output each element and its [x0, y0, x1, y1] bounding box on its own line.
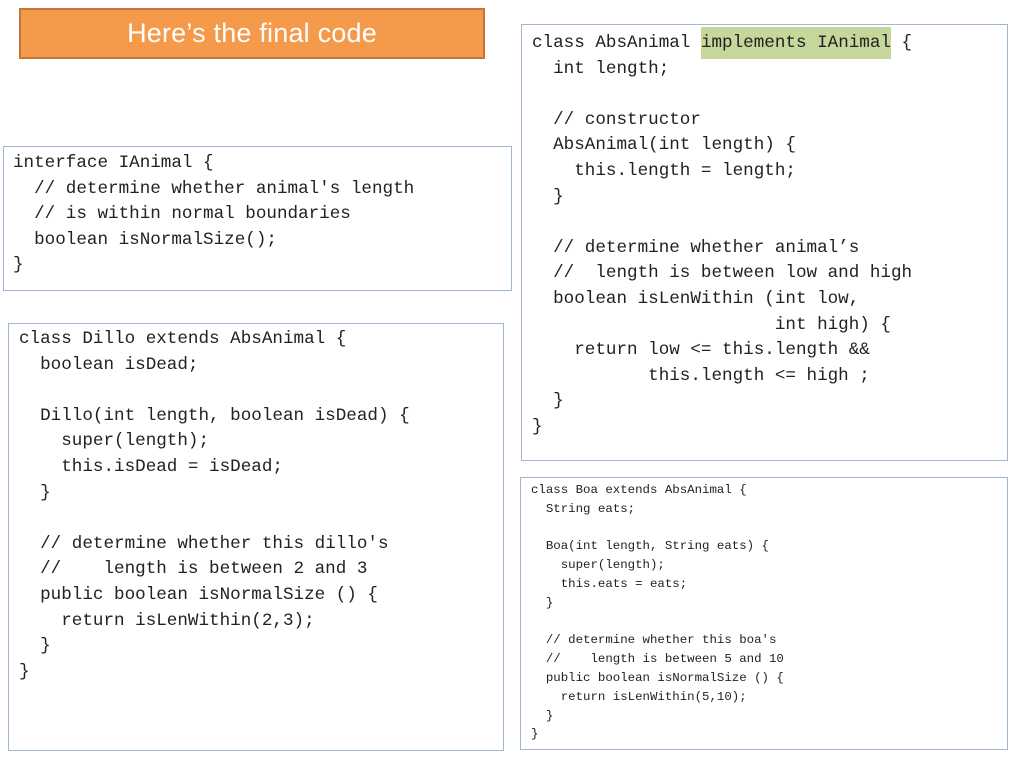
code-line: } [532, 186, 564, 207]
code-line: } [19, 482, 51, 503]
code-line: Boa(int length, String eats) { [531, 539, 769, 554]
code-line: return isLenWithin(5,10); [531, 689, 747, 704]
code-line: } [531, 595, 554, 610]
implements-highlight: implements IAnimal [700, 27, 891, 59]
code-line: interface IAnimal { [13, 153, 214, 173]
code-line: return low <= this.length && [532, 340, 870, 361]
code-line: } [532, 391, 564, 412]
slide-title-banner: Here’s the final code [19, 8, 485, 59]
code-line: int length; [532, 58, 670, 79]
code-line: public boolean isNormalSize () { [531, 670, 784, 685]
code-line: this.length <= high ; [532, 365, 870, 386]
boa-code: class Boa extends AbsAnimal { String eat… [521, 478, 1007, 744]
code-line: public boolean isNormalSize () { [19, 584, 378, 605]
code-line: // determine whether animal's length [13, 178, 415, 199]
open-brace: { [890, 33, 913, 53]
code-line: class Dillo extends AbsAnimal { [19, 329, 347, 349]
code-line: this.isDead = isDead; [19, 456, 283, 477]
code-line: } [531, 708, 554, 723]
class-boa-code-box: class Boa extends AbsAnimal { String eat… [520, 477, 1008, 750]
code-line: } [19, 636, 51, 657]
code-line: } [13, 255, 24, 276]
code-line: this.eats = eats; [531, 576, 688, 591]
interface-ianimal-code-box: interface IAnimal { // determine whether… [3, 146, 512, 291]
code-line: return isLenWithin(2,3); [19, 610, 315, 631]
class-dillo-code-box: class Dillo extends AbsAnimal { boolean … [8, 323, 504, 751]
code-line: this.length = length; [532, 160, 796, 181]
dillo-code: class Dillo extends AbsAnimal { boolean … [9, 324, 503, 685]
code-line: } [531, 727, 539, 742]
code-line: // length is between 2 and 3 [19, 559, 368, 580]
code-line: // length is between low and high [532, 263, 913, 284]
code-line: String eats; [531, 501, 636, 516]
class-declaration-text: class AbsAnimal [532, 33, 701, 53]
code-line: // determine whether this boa's [531, 633, 777, 648]
code-line: boolean isNormalSize(); [13, 229, 277, 250]
code-line: // length is between 5 and 10 [531, 652, 784, 667]
code-line: // determine whether animal’s [532, 237, 860, 258]
code-line: boolean isDead; [19, 354, 199, 375]
code-line: // determine whether this dillo's [19, 533, 389, 554]
code-line: Dillo(int length, boolean isDead) { [19, 405, 410, 426]
code-line: } [532, 416, 543, 437]
interface-code: interface IAnimal { // determine whether… [4, 147, 511, 279]
code-line: // is within normal boundaries [13, 204, 351, 225]
code-line: AbsAnimal(int length) { [532, 135, 796, 156]
code-line: boolean isLenWithin (int low, [532, 288, 860, 309]
class-absanimal-code-box: class AbsAnimal implements IAnimal { int… [521, 24, 1008, 461]
code-line: super(length); [19, 431, 210, 452]
code-line: } [19, 661, 30, 682]
code-line: super(length); [531, 558, 665, 573]
code-line: // constructor [532, 109, 701, 130]
absanimal-code: class AbsAnimal implements IAnimal { int… [522, 25, 1007, 441]
code-line: class Boa extends AbsAnimal { [531, 483, 747, 497]
code-line: int high) { [532, 314, 891, 335]
code-line-class-declaration: class AbsAnimal implements IAnimal { [532, 27, 1007, 59]
slide-title: Here’s the final code [127, 18, 377, 48]
